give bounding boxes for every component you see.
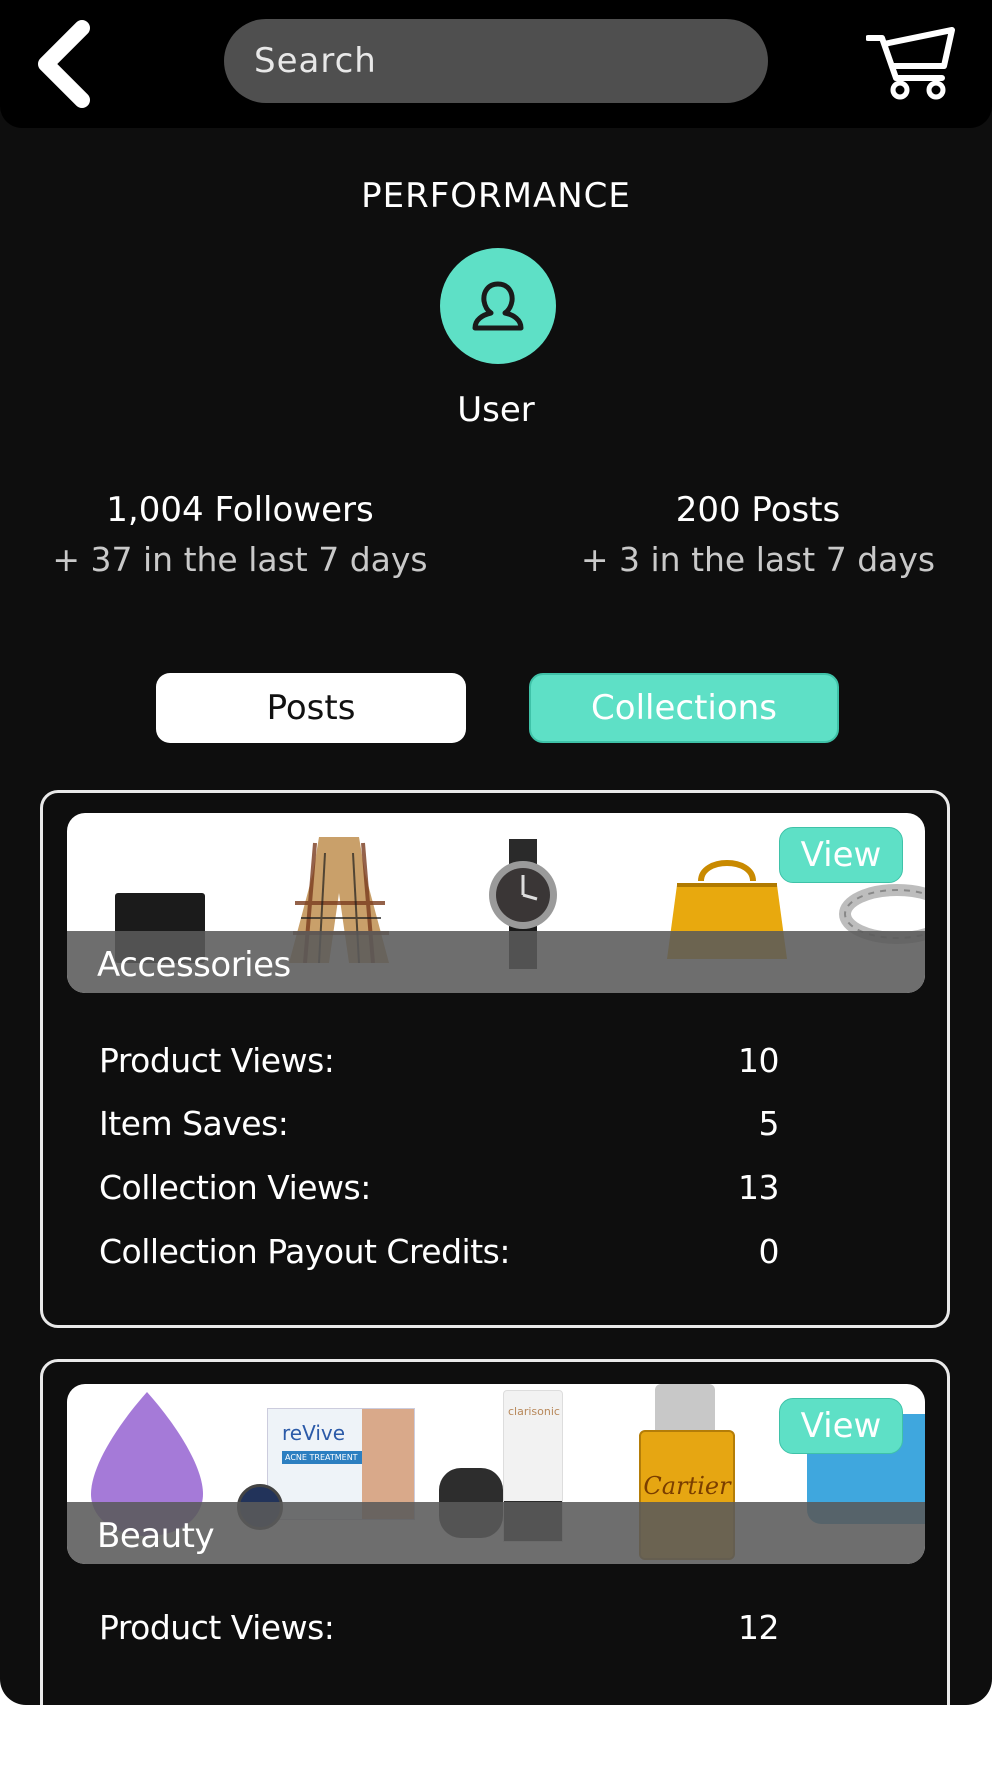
- metric-row: Item Saves: 5: [99, 1104, 779, 1143]
- revive-box-label: ACNE TREATMENT: [282, 1451, 364, 1464]
- metric-value: 13: [738, 1168, 780, 1207]
- clarisonic-label: clarisonic: [508, 1405, 560, 1418]
- metric-row: Collection Views: 13: [99, 1168, 780, 1207]
- back-arrow-icon[interactable]: [30, 18, 110, 110]
- page-title: PERFORMANCE: [361, 176, 631, 216]
- tab-collections[interactable]: Collections: [529, 673, 839, 743]
- top-bar: Search: [0, 0, 992, 128]
- collection-name: Accessories: [97, 945, 291, 985]
- search-placeholder: Search: [254, 41, 377, 81]
- followers-delta: + 37 in the last 7 days: [52, 540, 428, 579]
- avatar[interactable]: [440, 248, 556, 364]
- view-button[interactable]: View: [779, 1398, 903, 1454]
- metric-label: Product Views:: [99, 1608, 335, 1647]
- metric-label: Collection Views:: [99, 1168, 371, 1207]
- collection-banner[interactable]: Accessories View: [67, 813, 925, 993]
- collection-banner[interactable]: reVive ACNE TREATMENT clarisonic Cartier…: [67, 1384, 925, 1564]
- metric-value: 12: [738, 1608, 780, 1647]
- collection-name: Beauty: [97, 1516, 215, 1556]
- user-name: User: [457, 390, 535, 430]
- metric-label: Collection Payout Credits:: [99, 1232, 510, 1271]
- metric-row: Product Views: 12: [99, 1608, 780, 1647]
- posts-stat: 200 Posts + 3 in the last 7 days: [538, 486, 978, 586]
- collection-card: Accessories View Product Views: 10 Item …: [40, 790, 950, 1328]
- view-button[interactable]: View: [779, 827, 903, 883]
- cart-icon[interactable]: [866, 22, 958, 102]
- user-icon: [472, 281, 524, 331]
- metric-value: 0: [758, 1232, 780, 1271]
- metric-value: 5: [758, 1104, 780, 1143]
- perfume-cap-image: [655, 1384, 715, 1430]
- metric-label: Product Views:: [99, 1041, 335, 1080]
- revive-logo-text: reVive: [282, 1421, 346, 1445]
- posts-count: 200 Posts: [675, 490, 841, 530]
- collection-card: reVive ACNE TREATMENT clarisonic Cartier…: [40, 1359, 950, 1705]
- app-screen: Search PERFORMANCE User 1,004 Followers …: [0, 0, 992, 1705]
- posts-delta: + 3 in the last 7 days: [580, 540, 936, 579]
- followers-count: 1,004 Followers: [106, 490, 374, 530]
- metric-row: Collection Payout Credits: 0: [99, 1232, 779, 1271]
- metric-value: 10: [738, 1041, 780, 1080]
- followers-stat: 1,004 Followers + 37 in the last 7 days: [20, 486, 460, 586]
- tab-posts[interactable]: Posts: [156, 673, 466, 743]
- metric-row: Product Views: 10: [99, 1041, 780, 1080]
- cartier-label: Cartier: [643, 1472, 731, 1500]
- search-input[interactable]: Search: [224, 19, 768, 103]
- metric-label: Item Saves:: [99, 1104, 289, 1143]
